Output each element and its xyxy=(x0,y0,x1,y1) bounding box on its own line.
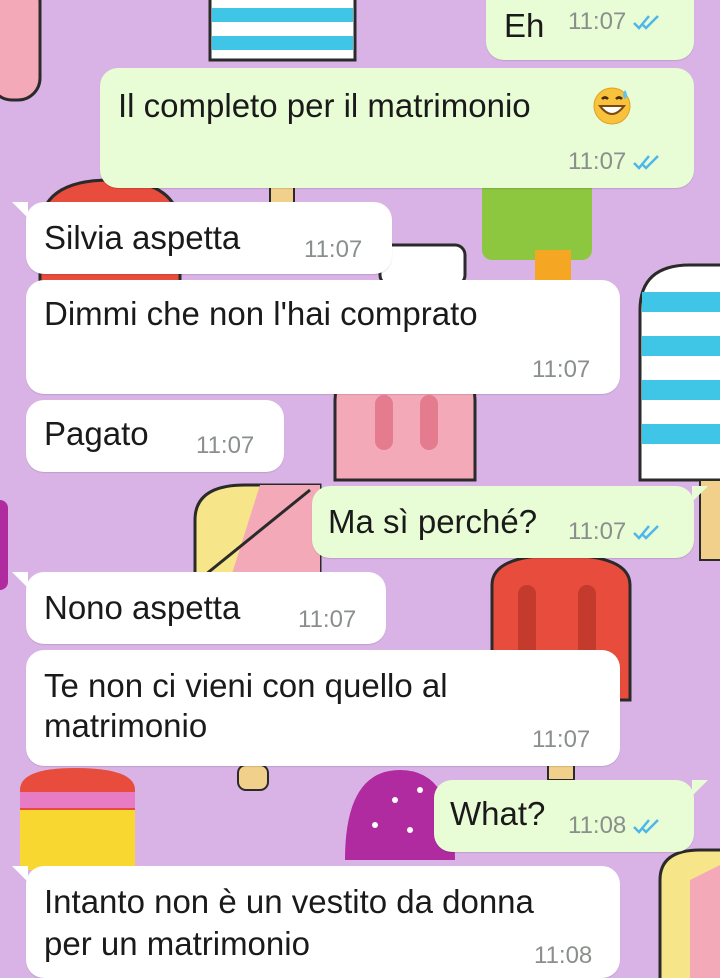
message-time: 11:07 xyxy=(196,432,255,459)
message-text-line-2: per un matrimonio xyxy=(44,925,310,962)
message-text: Silvia aspetta xyxy=(44,219,241,256)
message-time: 11:08 xyxy=(568,812,627,839)
message-incoming[interactable]: Silvia aspetta 11:07 xyxy=(26,202,392,274)
message-meta: 11:07 xyxy=(532,726,590,754)
message-meta: 11:07 xyxy=(532,356,590,384)
message-text: What? xyxy=(450,795,546,832)
bubble-tail xyxy=(692,780,708,796)
message-time: 11:07 xyxy=(532,726,591,753)
message-incoming[interactable]: Te non ci vieni con quello al matrimonio… xyxy=(26,650,620,766)
message-time: 11:07 xyxy=(568,518,627,545)
message-incoming[interactable]: Intanto non è un vestito da donna per un… xyxy=(26,866,620,978)
message-text: Dimmi che non l'hai comprato xyxy=(44,295,478,332)
message-meta: 11:07 xyxy=(298,606,356,634)
message-text: Nono aspetta xyxy=(44,589,241,626)
message-outgoing[interactable]: Ma sì perché? 11:07 xyxy=(312,486,694,558)
grinning-face-with-sweat-icon xyxy=(593,87,631,125)
message-meta: 11:08 xyxy=(534,942,592,970)
message-outgoing[interactable]: What? 11:08 xyxy=(434,780,694,852)
read-receipt-icon xyxy=(633,15,660,30)
message-time: 11:07 xyxy=(568,148,627,175)
chat-area[interactable]: Eh 11:07 Il completo per il matrimonio 1… xyxy=(0,0,720,978)
read-receipt-icon xyxy=(633,155,660,170)
read-receipt-icon xyxy=(633,525,660,540)
message-time: 11:08 xyxy=(534,942,593,969)
message-meta: 11:07 xyxy=(568,148,662,176)
message-meta: 11:07 xyxy=(304,236,362,264)
bubble-tail xyxy=(692,486,708,502)
message-text-line-2: matrimonio xyxy=(44,707,208,744)
message-text-line-1: Te non ci vieni con quello al xyxy=(44,667,448,704)
message-meta: 11:07 xyxy=(568,518,662,546)
read-receipt-icon xyxy=(633,819,660,834)
message-text: Il completo per il matrimonio xyxy=(118,87,531,124)
message-text: Eh xyxy=(504,7,545,44)
message-meta: 11:08 xyxy=(568,812,662,840)
message-time: 11:07 xyxy=(304,236,363,263)
message-meta: 11:07 xyxy=(568,8,662,36)
message-meta: 11:07 xyxy=(196,432,254,460)
message-time: 11:07 xyxy=(298,606,357,633)
message-text-line-1: Intanto non è un vestito da donna xyxy=(44,883,534,920)
message-time: 11:07 xyxy=(568,8,627,35)
message-incoming[interactable]: Pagato 11:07 xyxy=(26,400,284,472)
message-outgoing[interactable]: Il completo per il matrimonio 11:07 xyxy=(100,68,694,188)
message-outgoing[interactable]: Eh 11:07 xyxy=(486,0,694,60)
message-time: 11:07 xyxy=(532,356,591,383)
message-incoming[interactable]: Nono aspetta 11:07 xyxy=(26,572,386,644)
message-text: Pagato xyxy=(44,415,149,452)
message-incoming[interactable]: Dimmi che non l'hai comprato 11:07 xyxy=(26,280,620,394)
message-text: Ma sì perché? xyxy=(328,503,538,540)
